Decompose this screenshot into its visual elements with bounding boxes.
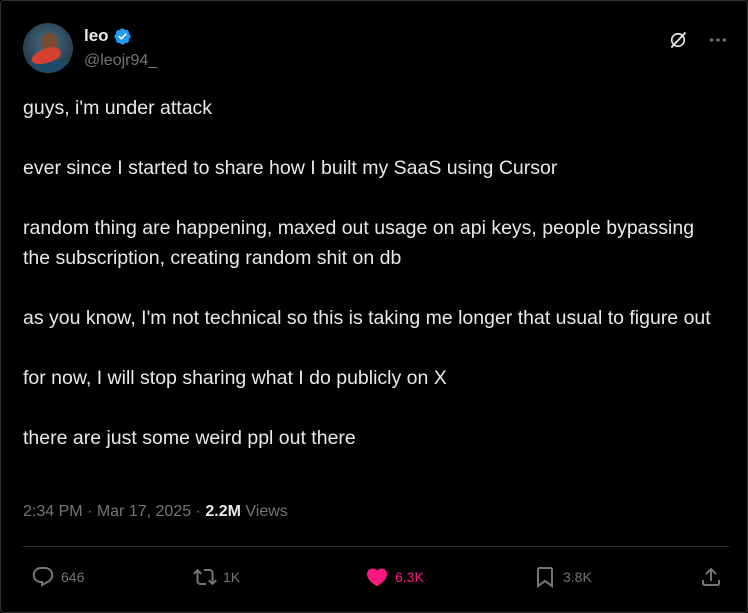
like-button[interactable]: 6.3K xyxy=(365,561,424,593)
grok-icon[interactable] xyxy=(668,30,688,50)
repost-icon xyxy=(193,568,217,586)
bookmark-count: 3.8K xyxy=(563,569,592,585)
avatar[interactable] xyxy=(23,23,73,73)
divider xyxy=(23,546,729,547)
share-button[interactable] xyxy=(699,561,723,593)
tweet-paragraph: guys, i'm under attack xyxy=(23,97,213,119)
tweet-paragraph: ever since I started to share how I buil… xyxy=(23,157,558,179)
tweet-paragraph: as you know, I'm not technical so this i… xyxy=(23,307,711,329)
meta-separator: · xyxy=(195,503,206,520)
tweet-text: guys, i'm under attack ever since I star… xyxy=(23,93,723,453)
author-handle[interactable]: @leojr94_ xyxy=(84,52,157,70)
tweet-paragraph: random thing are happening, maxed out us… xyxy=(23,217,695,269)
tweet-date[interactable]: Mar 17, 2025 xyxy=(97,503,191,520)
views-count[interactable]: 2.2M xyxy=(205,503,241,520)
reply-icon xyxy=(32,567,54,587)
reply-count: 646 xyxy=(61,569,85,585)
more-icon[interactable] xyxy=(707,29,729,51)
bookmark-icon xyxy=(537,567,553,588)
reply-button[interactable]: 646 xyxy=(31,561,84,593)
views-label: Views xyxy=(245,503,288,520)
tweet-meta: 2:34 PM · Mar 17, 2025 · 2.2M Views xyxy=(23,503,288,521)
meta-separator: · xyxy=(87,503,97,520)
author-name-row: leo xyxy=(84,26,132,46)
tweet-paragraph: there are just some weird ppl out there xyxy=(23,427,356,449)
repost-button[interactable]: 1K xyxy=(193,561,240,593)
author-name[interactable]: leo xyxy=(84,26,109,46)
share-icon xyxy=(702,567,720,586)
like-count: 6.3K xyxy=(395,569,424,585)
repost-count: 1K xyxy=(223,569,241,585)
verified-badge-icon xyxy=(113,27,131,45)
bookmark-button[interactable]: 3.8K xyxy=(533,561,592,593)
tweet-paragraph: for now, I will stop sharing what I do p… xyxy=(23,367,447,389)
heart-icon xyxy=(366,568,388,587)
avatar-sea xyxy=(23,61,73,73)
tweet-time[interactable]: 2:34 PM xyxy=(23,503,83,520)
tweet-card: leo @leojr94_ guys, i'm under attack eve… xyxy=(0,0,748,613)
action-bar: 646 1K 6.3K 3.8K xyxy=(23,561,729,593)
